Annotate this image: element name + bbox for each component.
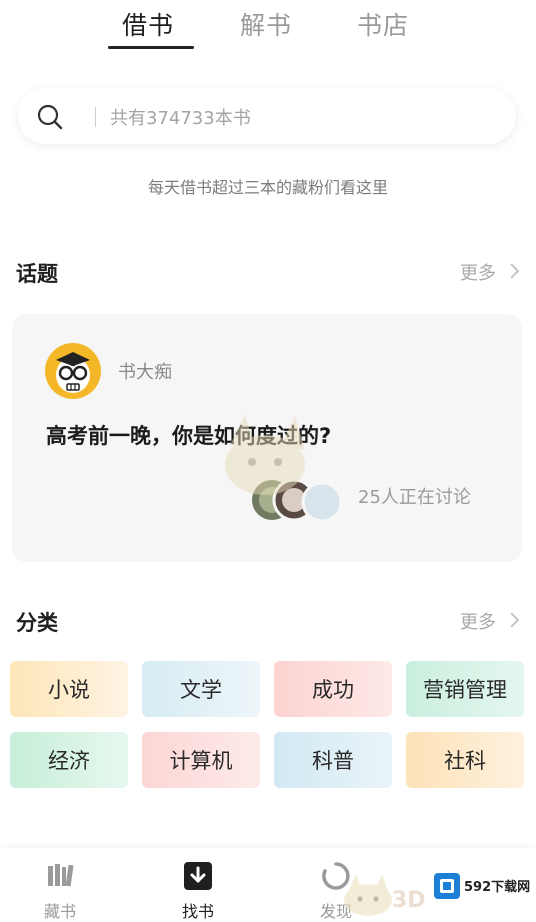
watermark-mascot xyxy=(344,874,392,916)
watermark-mascot xyxy=(225,415,305,495)
discussion-count: 25人正在讨论 xyxy=(358,487,471,508)
tab-interpret[interactable]: 解书 xyxy=(240,6,292,42)
category-social-science[interactable]: 社科 xyxy=(406,732,524,788)
find-book-icon xyxy=(184,862,212,890)
tab-bookstore[interactable]: 书店 xyxy=(357,6,409,42)
nav-label-find-book: 找书 xyxy=(181,902,214,921)
category-economics[interactable]: 经济 xyxy=(10,732,128,788)
top-tab-bar: 借书 解书 书店 xyxy=(0,0,536,60)
nav-label-bookshelf: 藏书 xyxy=(43,902,76,921)
category-literature[interactable]: 文学 xyxy=(142,661,260,717)
watermark-badge: 592下载网 xyxy=(430,870,530,902)
search-bar[interactable]: 共有374733本书 xyxy=(18,88,516,144)
bookshelf-icon xyxy=(48,864,74,887)
watermark-3d: 3D xyxy=(392,888,426,913)
search-hint[interactable]: 每天借书超过三本的藏粉们看这里 xyxy=(0,174,536,198)
topic-author: 书大痴 xyxy=(118,362,172,383)
watermark-text: 592下载网 xyxy=(464,880,531,895)
search-divider xyxy=(95,107,96,127)
topics-more-link[interactable]: 更多 xyxy=(460,259,496,285)
chevron-right-icon[interactable] xyxy=(509,262,521,280)
category-marketing[interactable]: 营销管理 xyxy=(406,661,524,717)
category-computer[interactable]: 计算机 xyxy=(142,732,260,788)
chevron-right-icon[interactable] xyxy=(509,611,521,629)
watermark-logo-icon xyxy=(434,873,460,899)
category-success[interactable]: 成功 xyxy=(274,661,392,717)
search-input[interactable]: 共有374733本书 xyxy=(110,104,251,130)
categories-title: 分类 xyxy=(16,611,58,635)
avatar xyxy=(45,343,101,399)
tab-borrow[interactable]: 借书 xyxy=(122,6,174,42)
category-novel[interactable]: 小说 xyxy=(10,661,128,717)
categories-more-link[interactable]: 更多 xyxy=(460,608,496,634)
category-science[interactable]: 科普 xyxy=(274,732,392,788)
active-tab-indicator xyxy=(108,46,194,49)
nav-find-book[interactable]: 找书 xyxy=(138,848,258,922)
topics-title: 话题 xyxy=(16,262,58,286)
nav-bookshelf[interactable]: 藏书 xyxy=(0,848,120,922)
search-icon xyxy=(37,104,63,130)
